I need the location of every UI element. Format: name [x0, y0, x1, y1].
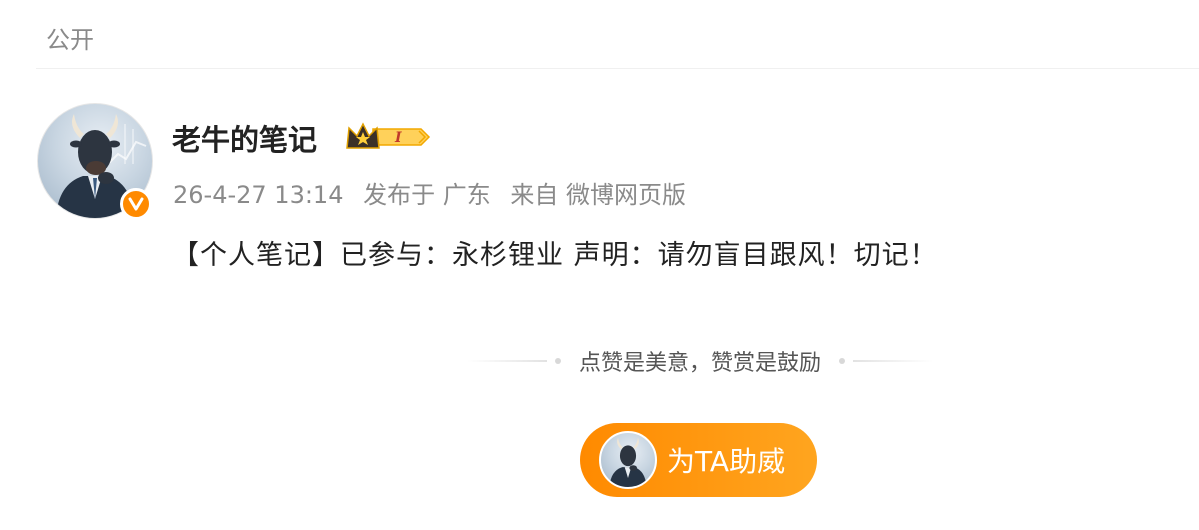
- reward-tip-text: 点赞是美意，赞赏是鼓励: [578, 351, 821, 376]
- post-meta: 26-4-27 13:14 发布于 广东 来自 微博网页版: [173, 175, 698, 210]
- tip-dot-right: [839, 358, 845, 364]
- visibility-label: 公开: [46, 26, 94, 54]
- support-avatar-icon: [599, 431, 657, 489]
- tip-line-left: [466, 360, 547, 362]
- reward-tip: 点赞是美意，赞赏是鼓励: [450, 345, 950, 377]
- support-button-label: 为TA助威: [667, 445, 786, 478]
- author-name[interactable]: 老牛的笔记: [172, 117, 317, 159]
- vip-level-text: I: [394, 130, 402, 146]
- tip-line-right: [853, 360, 933, 362]
- support-button[interactable]: 为TA助威: [580, 423, 817, 497]
- author-avatar[interactable]: [37, 103, 155, 221]
- crown-vip-badge-icon[interactable]: I: [345, 120, 431, 154]
- verified-v-icon: [120, 188, 152, 220]
- post-location: 发布于 广东: [363, 181, 491, 209]
- tip-dot-left: [554, 358, 561, 364]
- post-content: 【个人笔记】已参与：永杉锂业 声明：请勿盲目跟风！切记！: [172, 240, 938, 271]
- header-divider: [36, 68, 1199, 69]
- post-source: 来自 微博网页版: [510, 181, 687, 209]
- post-time[interactable]: 26-4-27 13:14: [173, 181, 343, 209]
